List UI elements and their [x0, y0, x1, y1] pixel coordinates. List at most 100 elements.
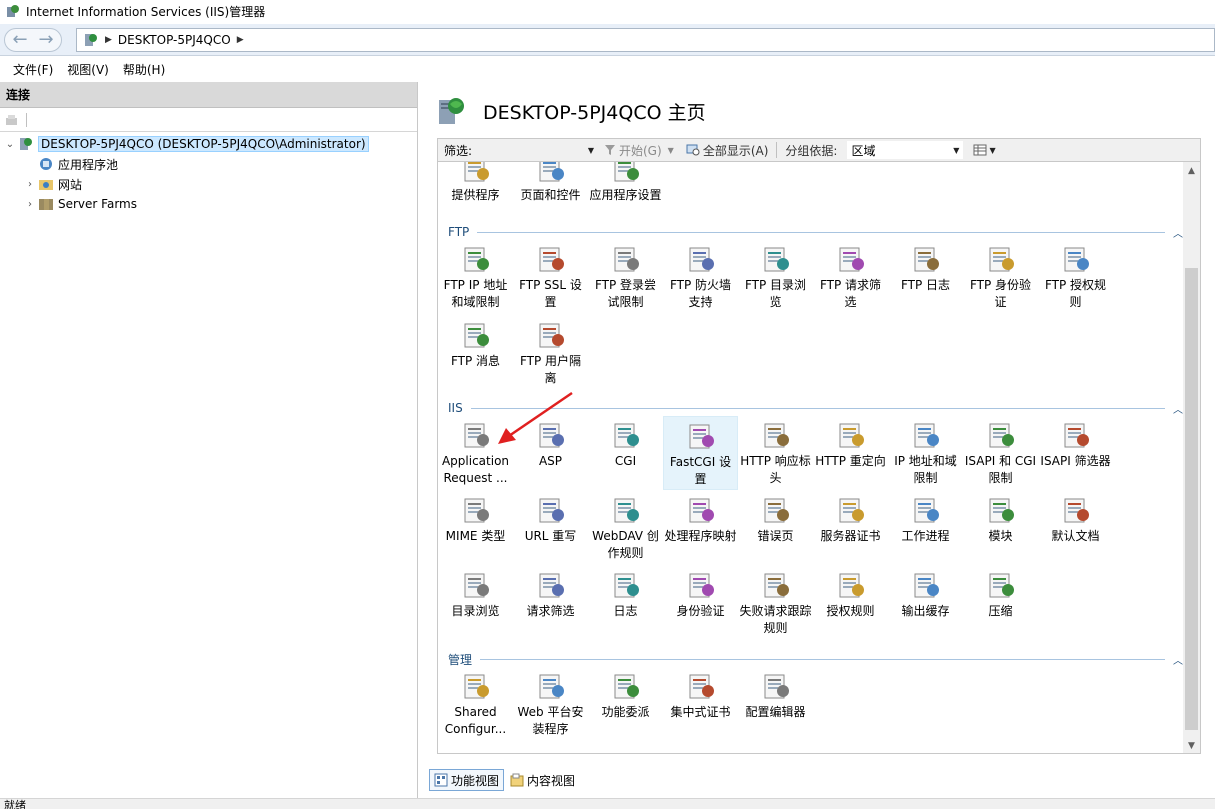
tab-features-view[interactable]: 功能视图 — [429, 769, 505, 791]
feature-iis-15[interactable]: 工作进程 — [888, 491, 963, 565]
feature-top-2[interactable]: 应用程序设置 — [588, 162, 663, 224]
feature-ftp-1[interactable]: FTP SSL 设置 — [513, 240, 588, 314]
tab-content-view[interactable]: 内容视图 — [506, 769, 579, 791]
view-mode-button[interactable]: ▼ — [967, 144, 1001, 156]
feature-iis-7[interactable]: ISAPI 和 CGI 限制 — [963, 416, 1038, 490]
feature-iis-14[interactable]: 服务器证书 — [813, 491, 888, 565]
feature-iis-21[interactable]: 身份验证 — [663, 566, 738, 640]
feature-iis-16-icon — [989, 498, 1014, 523]
tree-node-server[interactable]: ⌄ DESKTOP-5PJ4QCO (DESKTOP-5PJ4QCO\Admin… — [0, 134, 417, 154]
feature-ftp-8[interactable]: FTP 授权规则 — [1038, 240, 1113, 314]
filter-input[interactable]: ▼ — [478, 141, 598, 159]
back-arrow-icon[interactable]: ← — [7, 29, 33, 51]
tree-node-sites[interactable]: › 网站 — [0, 174, 417, 194]
chevron-down-icon[interactable]: ▼ — [588, 146, 594, 155]
feature-ftp-9[interactable]: FTP 消息 — [438, 316, 513, 390]
feature-iis-6[interactable]: IP 地址和域限制 — [888, 416, 963, 490]
group-header-ftp[interactable]: FTP ︿ — [448, 225, 1183, 240]
feature-top-2-icon — [614, 162, 639, 182]
feature-iis-24[interactable]: 输出缓存 — [888, 566, 963, 640]
group-by-select[interactable]: 区域 ▼ — [847, 141, 964, 159]
feature-iis-10[interactable]: URL 重写 — [513, 491, 588, 565]
tree-node-app-pools[interactable]: 应用程序池 — [0, 154, 417, 174]
feature-iis-10-icon — [539, 498, 564, 523]
feature-ftp-0[interactable]: FTP IP 地址和域限制 — [438, 240, 513, 314]
collapse-chevron-icon[interactable]: ︿ — [1173, 225, 1183, 240]
feature-label: MIME 类型 — [445, 529, 506, 543]
feature-iis-22-icon — [764, 573, 789, 598]
feature-iis-16[interactable]: 模块 — [963, 491, 1038, 565]
feature-ftp-7[interactable]: FTP 身份验证 — [963, 240, 1038, 314]
feature-iis-11[interactable]: WebDAV 创作规则 — [588, 491, 663, 565]
connect-icon[interactable] — [4, 112, 20, 128]
group-header-iis[interactable]: IIS ︿ — [448, 401, 1183, 416]
collapse-chevron-icon[interactable]: ︿ — [1173, 652, 1183, 667]
feature-iis-18[interactable]: 目录浏览 — [438, 566, 513, 640]
forward-arrow-icon[interactable]: → — [33, 29, 59, 51]
feature-iis-5[interactable]: HTTP 重定向 — [813, 416, 888, 490]
vertical-scrollbar[interactable]: ▲ ▼ — [1183, 162, 1200, 753]
feature-manage-2[interactable]: 功能委派 — [588, 667, 663, 741]
show-all-label: 全部显示(A) — [702, 143, 769, 158]
expander-icon[interactable]: ⌄ — [4, 139, 16, 150]
menu-help[interactable]: 帮助(H) — [116, 61, 172, 78]
feature-iis-13[interactable]: 错误页 — [738, 491, 813, 565]
feature-iis-19[interactable]: 请求筛选 — [513, 566, 588, 640]
feature-top-1[interactable]: 页面和控件 — [513, 162, 588, 224]
feature-label: FTP 目录浏览 — [744, 278, 807, 309]
feature-label: FTP SSL 设置 — [519, 278, 582, 309]
feature-ftp-3[interactable]: FTP 防火墙支持 — [663, 240, 738, 314]
feature-label: ASP — [538, 454, 563, 468]
feature-iis-9[interactable]: MIME 类型 — [438, 491, 513, 565]
feature-label: 日志 — [613, 604, 638, 618]
feature-manage-3[interactable]: 集中式证书 — [663, 667, 738, 741]
start-button[interactable]: 开始(G) ▼ — [598, 142, 680, 159]
feature-label: 服务器证书 — [820, 529, 881, 543]
menu-view[interactable]: 视图(V) — [60, 61, 116, 78]
tree-node-server-farms[interactable]: › Server Farms — [0, 194, 417, 214]
feature-iis-2[interactable]: CGI — [588, 416, 663, 490]
feature-ftp-5-icon — [839, 247, 864, 272]
feature-ftp-2[interactable]: FTP 登录尝试限制 — [588, 240, 663, 314]
feature-iis-25[interactable]: 压缩 — [963, 566, 1038, 640]
feature-iis-23[interactable]: 授权规则 — [813, 566, 888, 640]
feature-iis-12[interactable]: 处理程序映射 — [663, 491, 738, 565]
feature-manage-0[interactable]: Shared Configur... — [438, 667, 513, 741]
chevron-down-icon: ▼ — [989, 145, 996, 155]
feature-iis-8[interactable]: ISAPI 筛选器 — [1038, 416, 1113, 490]
expander-icon[interactable]: › — [24, 199, 36, 210]
breadcrumb[interactable]: ▶ DESKTOP-5PJ4QCO ▶ — [76, 28, 1215, 52]
feature-iis-3[interactable]: FastCGI 设置 — [663, 416, 738, 490]
feature-ftp-3-icon — [689, 247, 714, 272]
feature-top-0[interactable]: 提供程序 — [438, 162, 513, 224]
feature-iis-0[interactable]: Application Request ... — [438, 416, 513, 490]
connections-toolbar — [0, 108, 417, 132]
feature-iis-4[interactable]: HTTP 响应标头 — [738, 416, 813, 490]
breadcrumb-server[interactable]: DESKTOP-5PJ4QCO — [118, 33, 231, 47]
feature-iis-17[interactable]: 默认文档 — [1038, 491, 1113, 565]
feature-ftp-4[interactable]: FTP 目录浏览 — [738, 240, 813, 314]
expander-icon[interactable]: › — [24, 179, 36, 190]
feature-iis-4-icon — [764, 423, 789, 448]
feature-iis-20[interactable]: 日志 — [588, 566, 663, 640]
feature-ftp-10[interactable]: FTP 用户隔离 — [513, 316, 588, 390]
feature-iis-22[interactable]: 失败请求跟踪规则 — [738, 566, 813, 640]
feature-manage-1[interactable]: Web 平台安装程序 — [513, 667, 588, 741]
breadcrumb-separator-icon[interactable]: ▶ — [237, 35, 244, 45]
feature-ftp-5[interactable]: FTP 请求筛选 — [813, 240, 888, 314]
scroll-up-icon[interactable]: ▲ — [1183, 162, 1200, 179]
group-name: IIS — [448, 401, 463, 415]
show-all-button[interactable]: 全部显示(A) — [680, 142, 775, 159]
scrollbar-thumb[interactable] — [1185, 268, 1198, 730]
collapse-chevron-icon[interactable]: ︿ — [1173, 401, 1183, 416]
chevron-down-icon[interactable]: ▼ — [668, 146, 674, 155]
menu-file[interactable]: 文件(F) — [6, 61, 60, 78]
feature-iis-21-icon — [689, 573, 714, 598]
group-header-manage[interactable]: 管理 ︿ — [448, 652, 1183, 667]
scroll-down-icon[interactable]: ▼ — [1183, 737, 1200, 753]
feature-label: 目录浏览 — [451, 604, 500, 618]
feature-manage-4[interactable]: 配置编辑器 — [738, 667, 813, 741]
feature-manage-4-icon — [764, 674, 789, 699]
feature-iis-1[interactable]: ASP — [513, 416, 588, 490]
feature-ftp-6[interactable]: FTP 日志 — [888, 240, 963, 314]
